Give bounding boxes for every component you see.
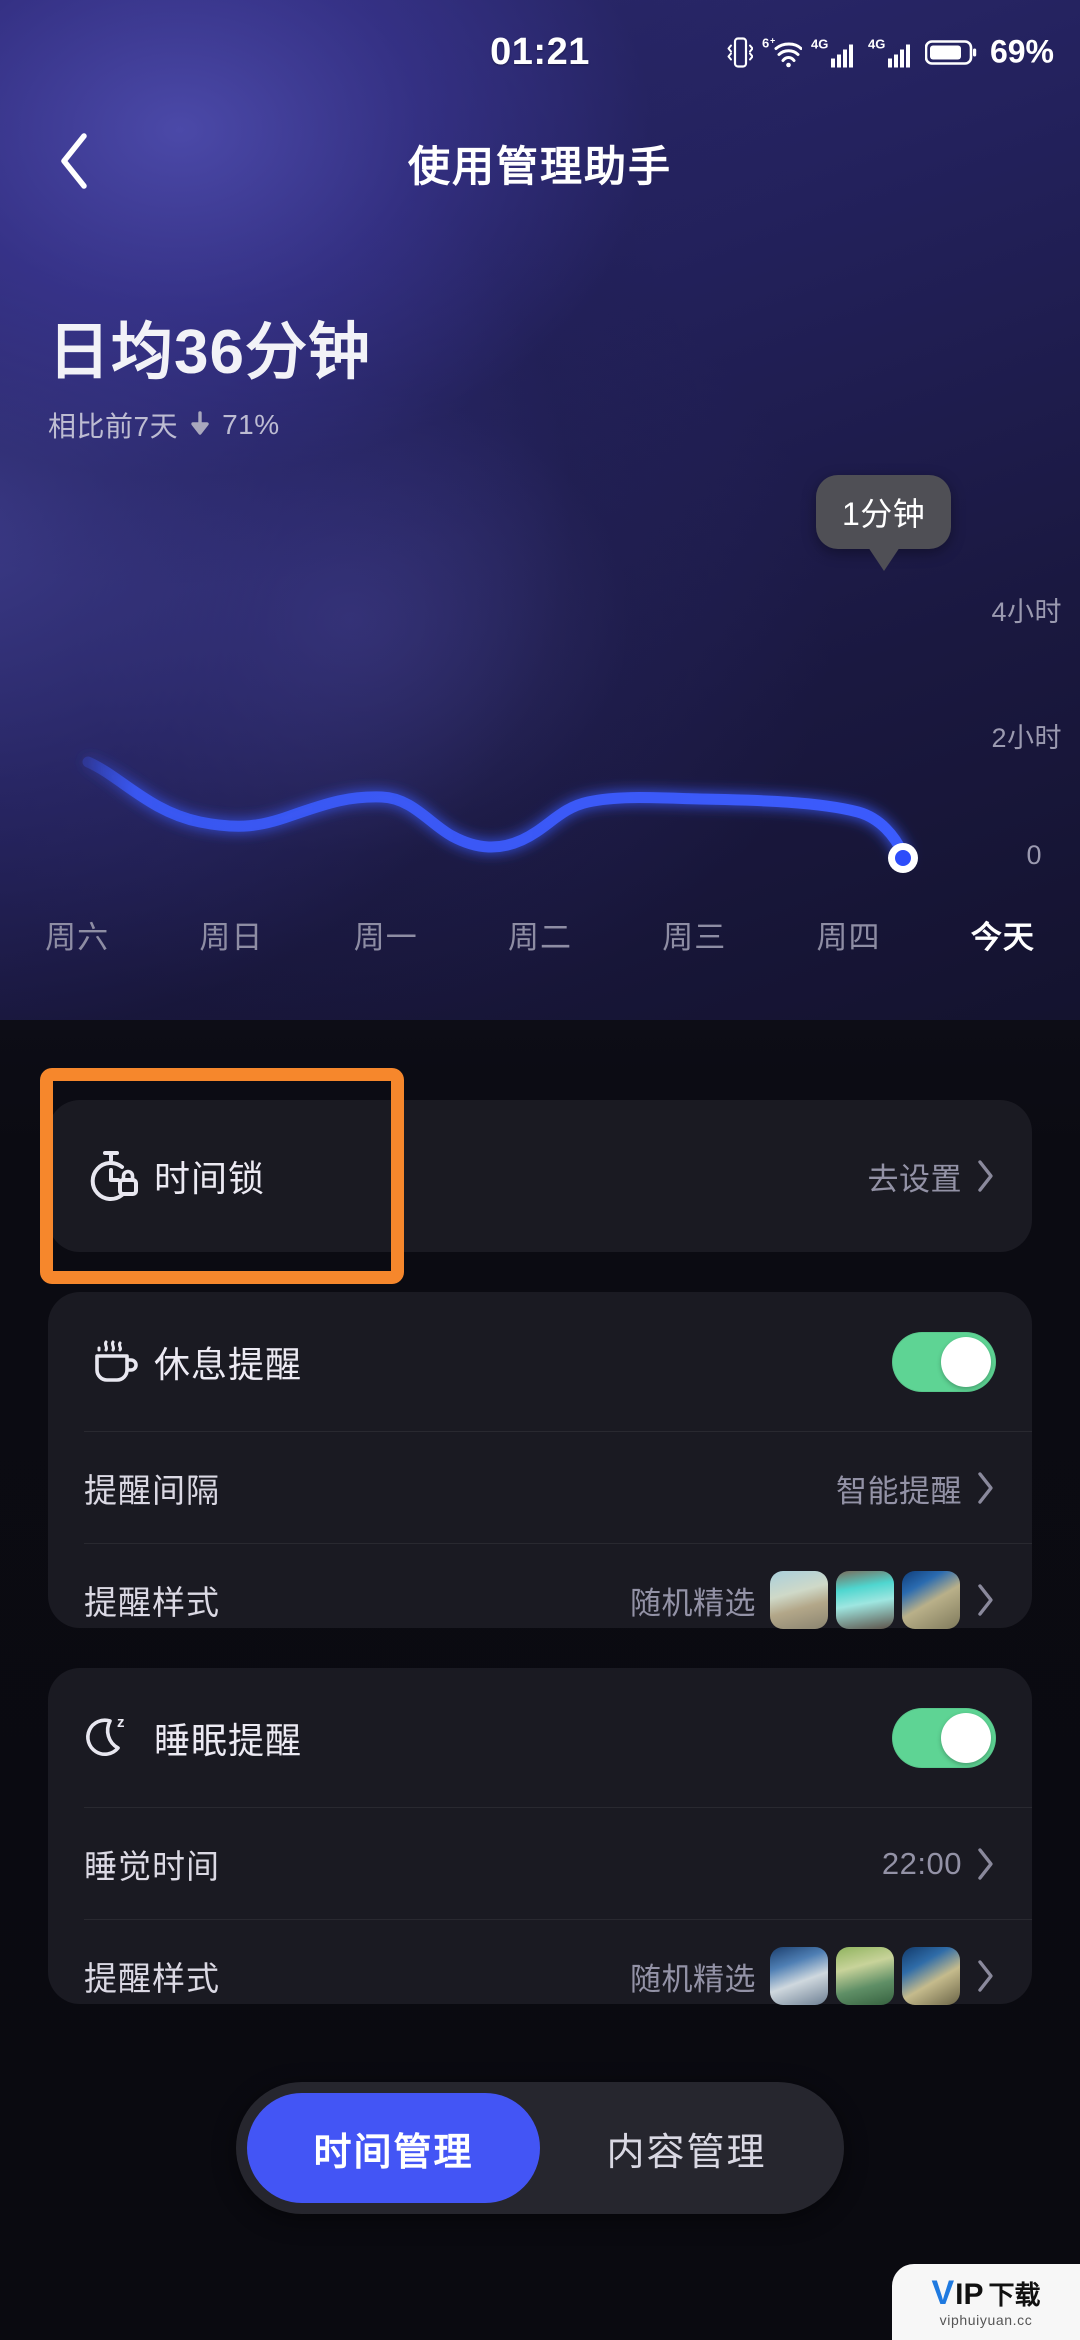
- status-bar-icons: 6 + 4G 4G 69%: [727, 34, 1054, 71]
- battery-percent: 69%: [989, 33, 1054, 70]
- svg-text:6: 6: [762, 35, 769, 50]
- time-lock-row[interactable]: 时间锁 去设置: [48, 1100, 1032, 1252]
- break-reminder-toggle[interactable]: [892, 1332, 996, 1392]
- break-style-thumbnails[interactable]: [770, 1571, 960, 1629]
- daily-average-headline: 日均36分钟: [48, 318, 371, 387]
- time-lock-action-label: 去设置: [867, 1161, 962, 1197]
- bay-thumb: [902, 1947, 960, 2005]
- break-style-value: 随机精选: [630, 1585, 756, 1621]
- y-axis-label-2h: 2小时: [991, 723, 1062, 753]
- sleep-style-thumbnails[interactable]: [770, 1947, 960, 2005]
- chart-line: [82, 756, 909, 860]
- bedtime-row[interactable]: 睡觉时间 22:00: [48, 1808, 1032, 1920]
- sleep-reminder-label: 睡眠提醒: [154, 1720, 303, 1761]
- arrow-down-icon: [188, 411, 212, 439]
- usage-line-chart: 4小时 2小时 0 1分钟: [0, 475, 1080, 960]
- stopwatch-lock-icon: [84, 1146, 154, 1206]
- chevron-left-icon: [57, 132, 91, 195]
- wifi-6plus-icon: 6 +: [762, 35, 802, 69]
- page-title: 使用管理助手: [407, 142, 672, 190]
- watermark-logo: V IP 下载: [931, 2276, 1040, 2310]
- field-thumb: [836, 1947, 894, 2005]
- compare-label: 相比前7天: [48, 410, 179, 442]
- chevron-right-icon[interactable]: [976, 1471, 996, 1505]
- chevron-right-icon[interactable]: [976, 1159, 996, 1193]
- tab-content-management[interactable]: 内容管理: [540, 2093, 833, 2203]
- sleep-style-value: 随机精选: [630, 1961, 756, 1997]
- svg-text:4G: 4G: [811, 36, 828, 51]
- sleep-reminder-toggle[interactable]: [892, 1708, 996, 1768]
- toggle-knob: [941, 1337, 991, 1387]
- break-reminder-card: 休息提醒 提醒间隔 智能提醒 提醒样式 随机精选: [48, 1292, 1032, 1629]
- waterfall-thumb: [836, 1571, 894, 1629]
- time-lock-label: 时间锁: [154, 1158, 266, 1199]
- chart-tooltip: 1分钟: [816, 475, 952, 549]
- day-label-0[interactable]: 周六: [0, 912, 154, 957]
- day-label-today[interactable]: 今天: [926, 912, 1080, 957]
- signal-4g-icon-1: 4G: [811, 35, 859, 69]
- svg-text:+: +: [770, 35, 775, 45]
- day-label-2[interactable]: 周一: [309, 912, 463, 957]
- sleep-style-label: 提醒样式: [84, 1960, 220, 1997]
- svg-text:4G: 4G: [868, 36, 885, 51]
- watermark-cn: 下载: [988, 2280, 1041, 2310]
- moon-z-icon: z: [84, 1710, 154, 1766]
- day-label-4[interactable]: 周三: [617, 912, 771, 957]
- lighthouse-thumb: [770, 1571, 828, 1629]
- y-axis-label-4h: 4小时: [991, 597, 1062, 627]
- signal-4g-icon-2: 4G: [868, 35, 916, 69]
- status-bar-clock: 01:21: [490, 30, 590, 73]
- bedtime-label: 睡觉时间: [84, 1848, 220, 1885]
- break-style-row[interactable]: 提醒样式 随机精选: [48, 1544, 1032, 1656]
- chart-day-axis: 周六 周日 周一 周二 周三 周四 今天: [0, 912, 1080, 957]
- svg-text:z: z: [117, 1714, 125, 1731]
- chart-endpoint-dot[interactable]: [895, 850, 911, 866]
- day-label-5[interactable]: 周四: [771, 912, 925, 957]
- watermark-v: V: [931, 2274, 954, 2312]
- bedtime-value: 22:00: [881, 1846, 962, 1881]
- trend-comparison: 相比前7天 71%: [48, 405, 371, 445]
- break-interval-row[interactable]: 提醒间隔 智能提醒: [48, 1432, 1032, 1544]
- chevron-right-icon[interactable]: [976, 1959, 996, 1993]
- back-button[interactable]: [34, 123, 114, 203]
- mountain-thumb: [770, 1947, 828, 2005]
- vibrate-icon: [727, 35, 753, 69]
- day-label-3[interactable]: 周二: [463, 912, 617, 957]
- break-interval-label: 提醒间隔: [84, 1472, 220, 1509]
- battery-icon: [924, 37, 977, 67]
- sleep-reminder-header-row[interactable]: z 睡眠提醒: [48, 1668, 1032, 1808]
- usage-summary: 日均36分钟 相比前7天 71%: [48, 318, 371, 445]
- sleep-reminder-card: z 睡眠提醒 睡觉时间 22:00 提醒样式 随机精选: [48, 1668, 1032, 2005]
- coastline-thumb: [902, 1571, 960, 1629]
- break-style-label: 提醒样式: [84, 1584, 220, 1621]
- watermark-ip: IP: [955, 2278, 984, 2311]
- time-lock-card[interactable]: 时间锁 去设置: [48, 1100, 1032, 1252]
- toggle-knob: [941, 1713, 991, 1763]
- status-bar: 01:21 6 + 4G 4G 69%: [0, 0, 1080, 104]
- sleep-style-row[interactable]: 提醒样式 随机精选: [48, 1920, 1032, 2032]
- bottom-tab-bar: 时间管理 内容管理: [236, 2082, 844, 2214]
- trend-percent: 71%: [222, 408, 280, 440]
- day-label-1[interactable]: 周日: [154, 912, 308, 957]
- watermark-url: viphuiyuan.cc: [939, 2312, 1033, 2328]
- y-axis-label-0: 0: [1026, 840, 1042, 870]
- nav-bar: 使用管理助手: [0, 104, 1080, 222]
- chevron-right-icon[interactable]: [976, 1847, 996, 1881]
- chevron-right-icon[interactable]: [976, 1583, 996, 1617]
- watermark: V IP 下载 viphuiyuan.cc: [892, 2264, 1080, 2340]
- coffee-cup-icon: [84, 1334, 154, 1390]
- chart-svg: [82, 756, 918, 873]
- break-reminder-header-row[interactable]: 休息提醒: [48, 1292, 1032, 1432]
- tab-time-management[interactable]: 时间管理: [247, 2093, 540, 2203]
- break-interval-value: 智能提醒: [836, 1473, 962, 1509]
- break-reminder-label: 休息提醒: [154, 1344, 303, 1385]
